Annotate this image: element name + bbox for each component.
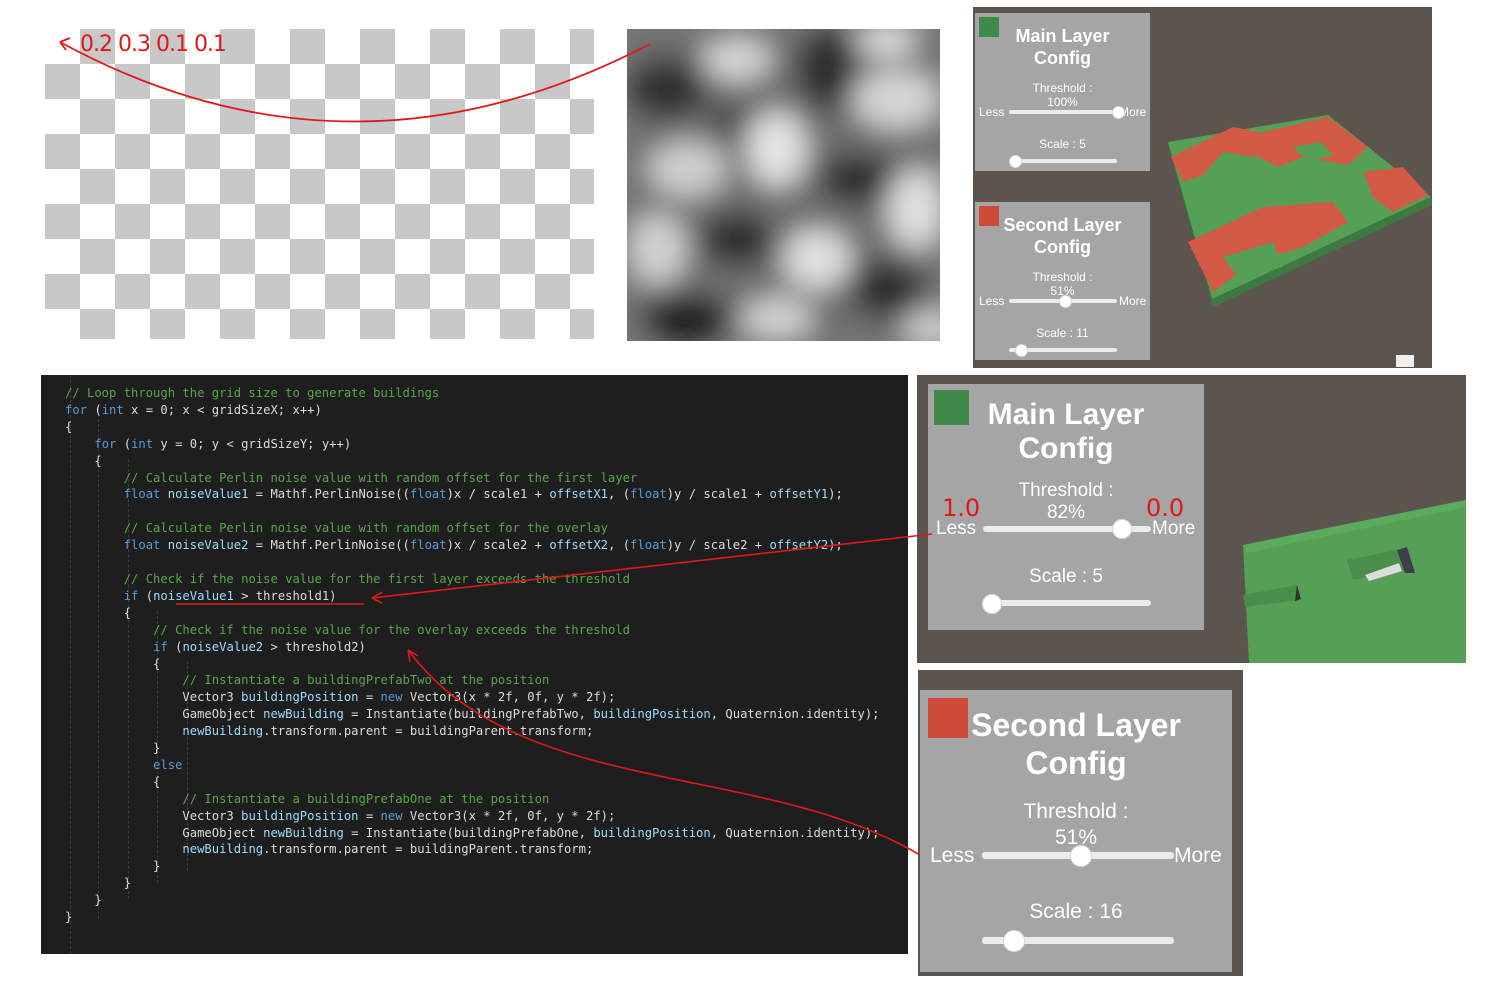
panel-title: Main Layer Config (987, 398, 1145, 465)
perlin-noise-image (627, 29, 940, 341)
less-label: Less (930, 844, 975, 867)
panel-title: Second Layer Config (1003, 215, 1122, 257)
checkerboard-image (45, 29, 594, 339)
threshold-label: Threshold : (1032, 270, 1093, 284)
code-editor[interactable]: // Loop through the grid size to generat… (41, 375, 908, 954)
scene-view-large: Main Layer Config Threshold : 82% Less M… (917, 375, 1466, 663)
less-label: Less (979, 105, 1005, 119)
scale-slider-track[interactable] (1009, 159, 1117, 163)
main-layer-config-panel-small: Main Layer Config Threshold : 100% Less … (975, 13, 1150, 171)
scale-slider-track[interactable] (983, 600, 1151, 606)
code-text[interactable]: // Loop through the grid size to generat… (65, 385, 880, 926)
scale-label: Scale : 16 (1029, 900, 1123, 923)
scale-label: Scale : 11 (1036, 326, 1089, 340)
threshold-label: Threshold : (1032, 81, 1093, 95)
threshold-slider-handle[interactable] (1058, 295, 1072, 308)
scale-slider-handle[interactable] (982, 594, 1003, 614)
second-layer-config-panel-small: Second Layer Config Threshold : 51% Less… (975, 202, 1150, 360)
threshold-label: Threshold : (1023, 800, 1129, 823)
threshold-slider-handle[interactable] (1111, 519, 1132, 539)
main-layer-config-panel-large: Main Layer Config Threshold : 82% Less M… (928, 384, 1204, 630)
panel-title: Second Layer Config (971, 707, 1181, 781)
second-layer-scene-crop: Second Layer Config Threshold : 51% Less… (918, 670, 1243, 976)
annotation-less-value: 1.0 (942, 494, 981, 522)
threshold-slider-track[interactable] (1009, 110, 1117, 114)
corner-gizmo (1396, 355, 1414, 367)
threshold-slider-handle[interactable] (1111, 106, 1125, 119)
scale-label: Scale : 5 (1039, 137, 1086, 151)
scale-slider-handle[interactable] (1002, 930, 1025, 952)
more-label: More (1119, 294, 1147, 308)
scale-slider-handle[interactable] (1008, 155, 1022, 168)
panel-title: Main Layer Config (1015, 26, 1110, 68)
annotation-checker-values: 0.2 0.3 0.1 0.1 (80, 32, 227, 57)
scene-view-small: Main Layer Config Threshold : 100% Less … (973, 7, 1432, 368)
annotation-more-value: 0.0 (1146, 494, 1185, 522)
threshold-slider-handle[interactable] (1069, 845, 1092, 867)
second-layer-config-panel-large: Second Layer Config Threshold : 51% Less… (920, 690, 1232, 972)
less-label: Less (979, 294, 1005, 308)
more-label: More (1174, 844, 1222, 867)
scale-label: Scale : 5 (1029, 566, 1103, 587)
scale-slider-handle[interactable] (1015, 344, 1029, 357)
